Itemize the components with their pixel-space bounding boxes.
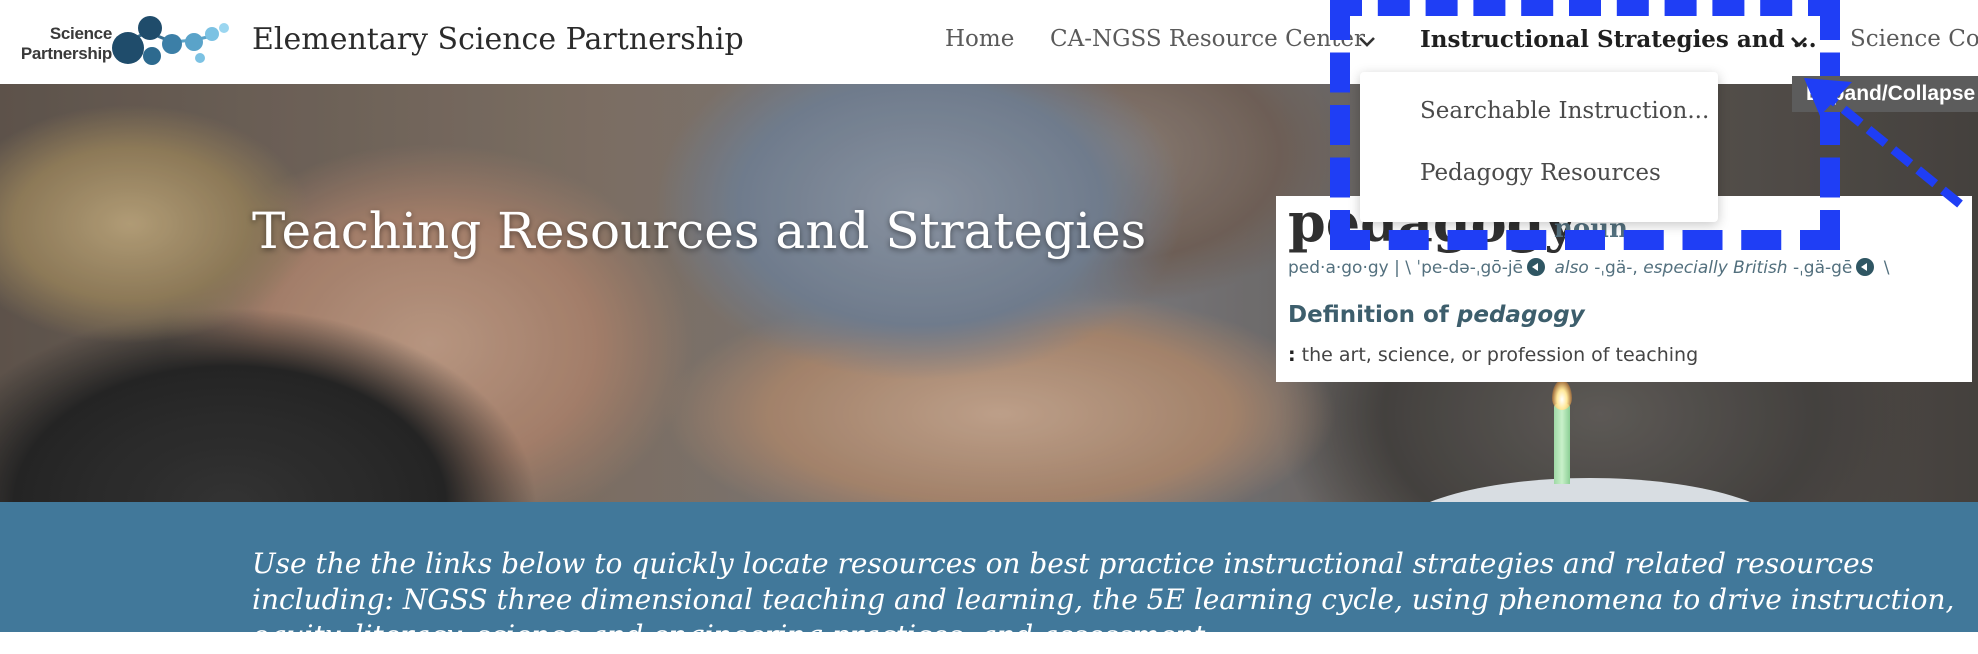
pronunciation-separator: | — [1394, 258, 1400, 278]
intro-band: Use the the links below to quickly locat… — [0, 502, 1978, 652]
hero-photo-candle — [1554, 404, 1570, 484]
pronunciation-alt: -ˌgä-, — [1594, 258, 1638, 278]
pronunciation-british-label: especially British — [1643, 258, 1788, 278]
highlight-annotation-box — [1330, 0, 1840, 250]
nav-science-content[interactable]: Science Con — [1850, 26, 1978, 52]
nav-ca-ngss-resource-center[interactable]: CA-NGSS Resource Center — [1050, 26, 1365, 52]
pronunciation-main: \ ˈpe-də-ˌgō-jē — [1405, 258, 1524, 278]
intro-text: Use the the links below to quickly locat… — [252, 547, 1955, 652]
sense-marker: : — [1288, 344, 1296, 366]
definition-heading-word: pedagogy — [1456, 302, 1585, 328]
sense-text: the art, science, or profession of teach… — [1301, 344, 1699, 366]
pronunciation-also-label: also — [1554, 258, 1589, 278]
definition-sense: : the art, science, or profession of tea… — [1288, 344, 1698, 366]
speaker-icon[interactable] — [1856, 258, 1875, 276]
pronunciation-syllables: ped·a·go·gy — [1288, 258, 1389, 278]
pronunciation-end: \ — [1883, 258, 1890, 278]
definition-pronunciation: ped·a·go·gy | \ ˈpe-də-ˌgō-jē also -ˌgä-… — [1288, 258, 1890, 278]
speaker-icon[interactable] — [1527, 258, 1546, 276]
page-title: Teaching Resources and Strategies — [252, 202, 1147, 260]
nav-home[interactable]: Home — [945, 26, 1014, 52]
definition-heading: Definition of pedagogy — [1288, 302, 1585, 328]
annotation-arrow-icon — [1804, 78, 1963, 208]
hero-photo-flame — [1552, 380, 1572, 410]
pronunciation-british: -ˌgä-gē — [1792, 258, 1853, 278]
definition-heading-prefix: Definition of — [1288, 302, 1449, 328]
